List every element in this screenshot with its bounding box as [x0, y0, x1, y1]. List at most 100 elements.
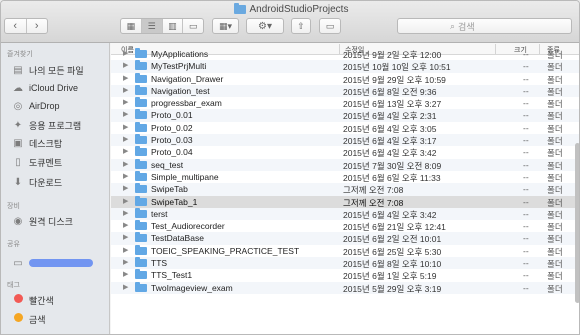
- file-row[interactable]: ▶ Navigation_Drawer 2015년 9월 29일 오후 10:59 -…: [111, 72, 579, 85]
- file-row[interactable]: ▶ SwipeTab_1 그저께 오전 7:08 -- 폴더: [111, 195, 579, 208]
- forward-button[interactable]: ›: [27, 19, 48, 33]
- disclosure-triangle-icon[interactable]: ▶: [123, 61, 128, 69]
- folder-icon: [135, 72, 147, 83]
- file-row[interactable]: ▶ MyApplications 2015년 9월 2일 오후 12:00 -- 폴더: [111, 48, 579, 60]
- applications-icon: ✦: [13, 119, 23, 131]
- disclosure-triangle-icon[interactable]: ▶: [123, 197, 128, 205]
- sidebar-item-desktop[interactable]: ▣ 데스크탑: [12, 135, 62, 151]
- sidebar-item-label: 원격 디스크: [29, 216, 73, 227]
- disclosure-triangle-icon[interactable]: ▶: [123, 98, 128, 106]
- file-size: --: [523, 245, 529, 256]
- file-size: --: [523, 49, 529, 59]
- file-name: progressbar_exam: [151, 98, 222, 109]
- tag-button[interactable]: ▭: [319, 18, 341, 34]
- file-modified: 2015년 6월 4일 오후 3:42: [343, 209, 437, 220]
- folder-icon: [135, 97, 147, 108]
- sidebar-item-downloads[interactable]: ⬇ 다운로드: [12, 174, 62, 190]
- disclosure-triangle-icon[interactable]: ▶: [123, 233, 128, 241]
- file-name: Navigation_test: [151, 85, 210, 96]
- file-kind: 폴더: [547, 62, 563, 73]
- file-modified: 2015년 6월 6일 오후 11:33: [343, 172, 441, 183]
- file-row[interactable]: ▶ SwipeTab 그저께 오전 7:08 -- 폴더: [111, 183, 579, 196]
- disclosure-triangle-icon[interactable]: ▶: [123, 246, 128, 254]
- disclosure-triangle-icon[interactable]: ▶: [123, 172, 128, 180]
- disclosure-triangle-icon[interactable]: ▶: [123, 135, 128, 143]
- disclosure-triangle-icon[interactable]: ▶: [123, 184, 128, 192]
- file-modified: 2015년 9월 29일 오후 10:59: [343, 74, 446, 85]
- window-title-text: AndroidStudioProjects: [249, 4, 349, 15]
- folder-icon: [135, 84, 147, 95]
- disclosure-triangle-icon[interactable]: ▶: [123, 270, 128, 278]
- vertical-scrollbar[interactable]: [575, 143, 579, 303]
- folder-icon: [135, 158, 147, 169]
- file-row[interactable]: ▶ Navigation_test 2015년 6월 8일 오전 9:36 -- 폴더: [111, 84, 579, 98]
- file-row[interactable]: ▶ TestDataBase 2015년 6월 2일 오전 10:01 -- 폴더: [111, 232, 579, 245]
- arrange-button[interactable]: ▦▾: [212, 18, 239, 34]
- disclosure-triangle-icon[interactable]: ▶: [123, 123, 128, 131]
- sidebar-item-applications[interactable]: ✦ 응용 프로그램: [12, 117, 81, 133]
- file-name: seq_test: [151, 159, 184, 170]
- icon-view-button[interactable]: ▦: [121, 19, 142, 33]
- file-row[interactable]: ▶ Proto_0.03 2015년 6월 4일 오후 3:17 -- 폴더: [111, 134, 579, 147]
- file-row[interactable]: ▶ Proto_0.04 2015년 6월 4일 오후 3:42 -- 폴더: [111, 146, 579, 158]
- disclosure-triangle-icon[interactable]: ▶: [123, 86, 128, 94]
- column-view-button[interactable]: ▥: [163, 19, 184, 33]
- file-kind: 폴더: [547, 86, 563, 97]
- disclosure-triangle-icon[interactable]: ▶: [123, 160, 128, 168]
- sidebar-item-label: AirDrop: [29, 101, 60, 111]
- cover-flow-button[interactable]: ▭: [183, 19, 203, 33]
- disclosure-triangle-icon[interactable]: ▶: [123, 74, 128, 82]
- disclosure-triangle-icon[interactable]: ▶: [123, 49, 128, 57]
- file-name: Proto_0.01: [151, 110, 193, 121]
- folder-icon: [135, 134, 147, 145]
- list-view-button[interactable]: ☰: [141, 19, 163, 33]
- sidebar-item-all-files[interactable]: ▤ 나의 모든 파일: [12, 62, 84, 78]
- sidebar-item-icloud[interactable]: ☁ iCloud Drive: [12, 80, 78, 96]
- file-row[interactable]: ▶ terst 2015년 6월 4일 오후 3:42 -- 폴더: [111, 207, 579, 221]
- file-modified: 2015년 6월 25일 오후 5:30: [343, 246, 442, 257]
- sidebar-item-tag-red[interactable]: 빨간색: [12, 292, 54, 308]
- file-kind: 폴더: [547, 283, 563, 294]
- file-row[interactable]: ▶ TwoImageview_exam 2015년 5월 29일 오후 3:19 --…: [111, 281, 579, 294]
- sidebar-item-label: 금색: [29, 314, 46, 325]
- action-gear-button[interactable]: ⚙▾: [246, 18, 284, 34]
- file-modified: 그저께 오전 7:08: [343, 185, 404, 196]
- sidebar-item-label: 나의 모든 파일: [29, 65, 84, 76]
- sidebar-item-label: 다운로드: [29, 177, 63, 188]
- file-name: terst: [151, 208, 168, 219]
- disclosure-triangle-icon[interactable]: ▶: [123, 221, 128, 229]
- file-row[interactable]: ▶ Proto_0.01 2015년 6월 4일 오후 2:31 -- 폴더: [111, 109, 579, 122]
- folder-icon: [135, 207, 147, 218]
- devices-header: 장비: [7, 203, 20, 210]
- sidebar-item-documents[interactable]: ▯ 도큐멘트: [12, 154, 62, 170]
- share-button[interactable]: ⇧: [291, 18, 311, 34]
- back-button[interactable]: ‹: [5, 19, 27, 33]
- file-kind: 폴더: [547, 136, 563, 147]
- file-size: --: [523, 122, 529, 133]
- sidebar-item-tag-gold[interactable]: 금색: [12, 311, 46, 327]
- sidebar-item-label: 응용 프로그램: [29, 120, 82, 131]
- red-tag-icon: [13, 294, 23, 303]
- folder-icon: [135, 170, 147, 181]
- disclosure-triangle-icon[interactable]: ▶: [123, 258, 128, 266]
- file-row[interactable]: ▶ Proto_0.02 2015년 6월 4일 오후 3:05 -- 폴더: [111, 121, 579, 134]
- file-row[interactable]: ▶ TTS_Test1 2015년 6월 1일 오후 5:19 -- 폴더: [111, 269, 579, 281]
- disclosure-triangle-icon[interactable]: ▶: [123, 110, 128, 118]
- disclosure-triangle-icon[interactable]: ▶: [123, 283, 128, 291]
- disclosure-triangle-icon[interactable]: ▶: [123, 209, 128, 217]
- favorites-header: 즐겨찾기: [7, 51, 33, 58]
- file-modified: 2015년 9월 2일 오후 12:00: [343, 50, 442, 60]
- file-row[interactable]: ▶ TTS 2015년 6월 8일 오후 10:10 -- 폴더: [111, 257, 579, 270]
- file-row[interactable]: ▶ MyTestPrjMulti 2015년 10월 10일 오후 10:51 -- 폴…: [111, 60, 579, 73]
- search-field[interactable]: ⌕ 검색: [397, 18, 572, 34]
- file-row[interactable]: ▶ progressbar_exam 2015년 6월 13일 오후 3:27 -- 폴…: [111, 97, 579, 109]
- sidebar-item-remote-disc[interactable]: ◉ 원격 디스크: [12, 213, 73, 229]
- file-row[interactable]: ▶ Simple_multipane 2015년 6월 6일 오후 11:33 -- 폴…: [111, 170, 579, 183]
- sidebar-item-airdrop[interactable]: ◎ AirDrop: [12, 98, 60, 114]
- file-row[interactable]: ▶ TOEIC_SPEAKING_PRACTICE_TEST 2015년 6월 25…: [111, 244, 579, 257]
- file-row[interactable]: ▶ seq_test 2015년 7월 30일 오전 8:09 -- 폴더: [111, 158, 579, 171]
- file-row[interactable]: ▶ Test_Audiorecorder 2015년 6월 21일 오후 12:41…: [111, 220, 579, 232]
- sidebar-item-shared-computer[interactable]: ▭: [12, 255, 93, 271]
- disclosure-triangle-icon[interactable]: ▶: [123, 147, 128, 155]
- folder-icon: [135, 48, 147, 58]
